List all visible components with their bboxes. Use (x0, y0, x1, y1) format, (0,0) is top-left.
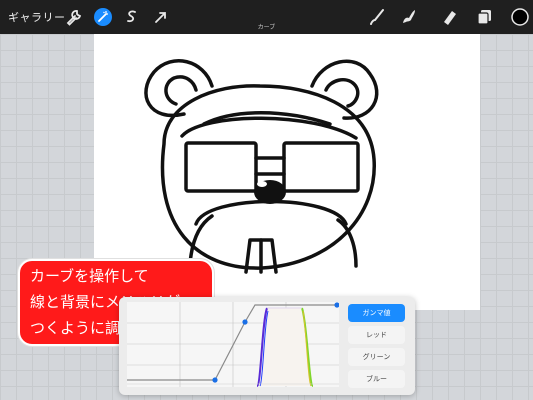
curve-graph[interactable] (127, 302, 340, 387)
curve-point-shadow[interactable] (212, 377, 218, 383)
channel-red-button[interactable]: レッド (348, 326, 405, 344)
curve-point-highlight[interactable] (334, 302, 340, 308)
channel-green-button[interactable]: グリーン (348, 348, 405, 366)
curves-panel: ガンマ値 レッド グリーン ブルー (119, 297, 415, 395)
channel-gamma-button[interactable]: ガンマ値 (348, 304, 405, 322)
channel-blue-button[interactable]: ブルー (348, 370, 405, 388)
curve-point-mid[interactable] (242, 319, 248, 325)
